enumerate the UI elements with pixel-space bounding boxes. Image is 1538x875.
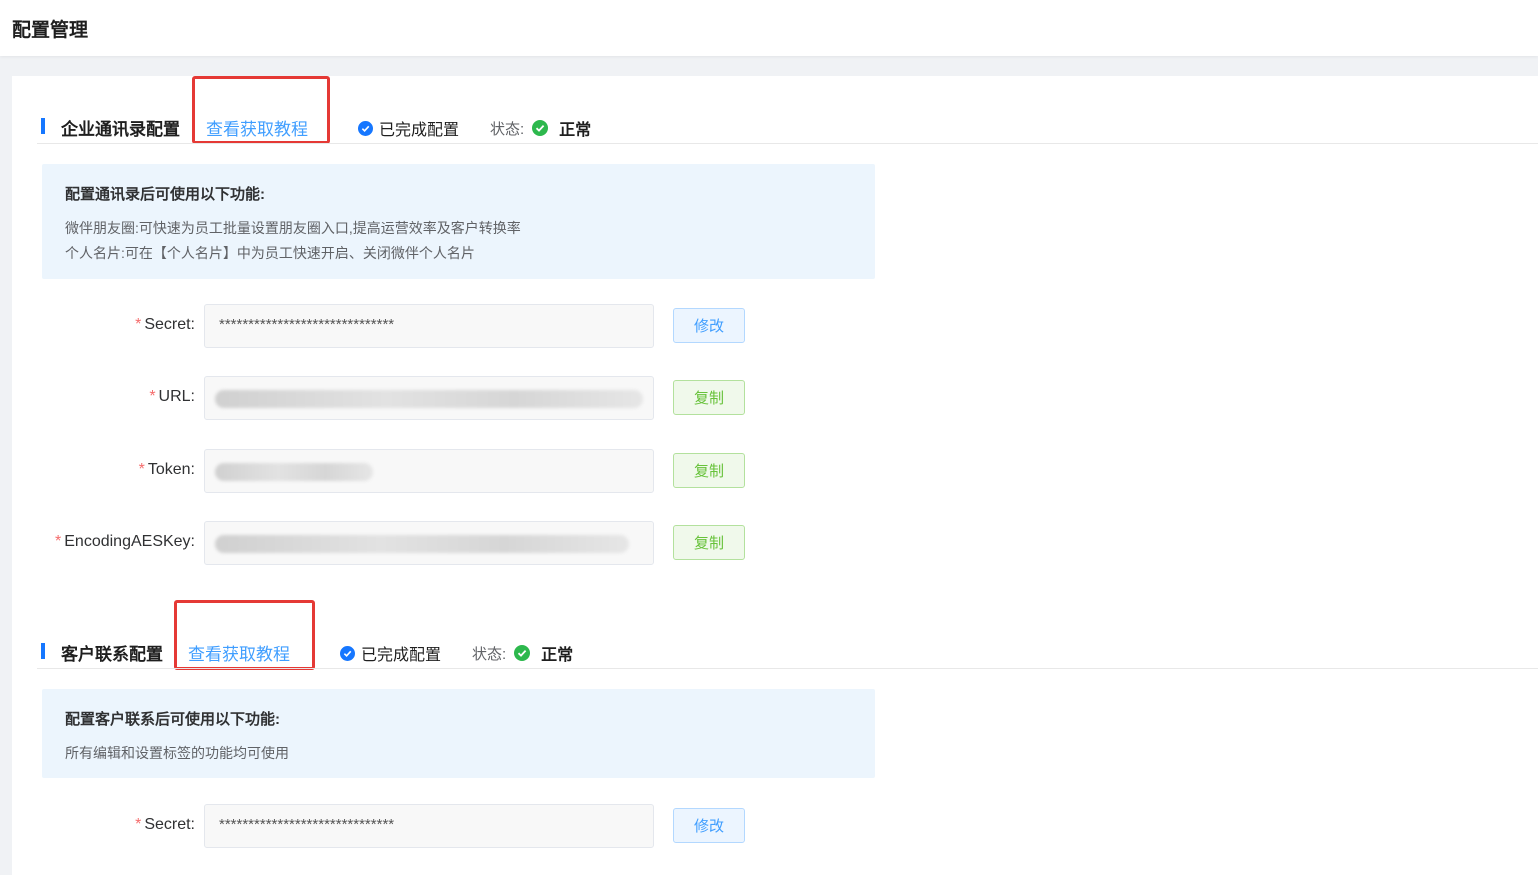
aeskey-input[interactable] — [204, 521, 654, 565]
contacts-done-indicator: 已完成配置 — [358, 116, 459, 140]
url-label: * URL: — [149, 388, 195, 405]
secret-label: * Secret: — [135, 316, 195, 333]
edit-customer-secret-button[interactable]: 修改 — [673, 808, 745, 843]
info-line: 个人名片:可在【个人名片】中为员工快速开启、关闭微伴个人名片 — [65, 245, 475, 261]
status-label: 状态: — [490, 120, 525, 138]
config-panel: 企业通讯录配置 查看获取教程 已完成配置 状态: 正常 配置通讯录后可使用以下功… — [12, 76, 1538, 875]
contacts-section-header: 企业通讯录配置 查看获取教程 已完成配置 状态: 正常 — [12, 76, 1538, 158]
customer-section-header: 客户联系配置 查看获取教程 已完成配置 状态: 正常 — [12, 600, 1538, 683]
contacts-info-box: 配置通讯录后可使用以下功能: 微伴朋友圈:可快速为员工批量设置朋友圈入口,提高运… — [42, 164, 875, 279]
customer-secret-row: * Secret: ****************************** … — [12, 804, 772, 848]
token-label: * Token: — [138, 461, 195, 478]
status-value: 正常 — [559, 122, 592, 139]
token-input[interactable] — [204, 449, 654, 493]
secret-label: * Secret: — [135, 816, 195, 833]
status-value: 正常 — [541, 647, 574, 664]
blurred-value — [215, 390, 643, 408]
aeskey-row: * EncodingAESKey: 复制 — [12, 521, 772, 565]
success-circle-icon — [532, 120, 549, 136]
done-label: 已完成配置 — [361, 647, 442, 664]
copy-aeskey-button[interactable]: 复制 — [673, 525, 745, 560]
blurred-value — [215, 463, 373, 481]
copy-token-button[interactable]: 复制 — [673, 453, 745, 488]
customer-status: 状态: 正常 — [472, 641, 573, 665]
contacts-tutorial-link[interactable]: 查看获取教程 — [206, 115, 308, 140]
section-accent-bar — [41, 643, 45, 659]
section-divider — [37, 143, 1538, 144]
customer-info-box: 配置客户联系后可使用以下功能: 所有编辑和设置标签的功能均可使用 — [42, 689, 875, 778]
info-title: 配置客户联系后可使用以下功能: — [65, 711, 280, 728]
check-circle-icon — [340, 645, 355, 661]
info-line: 微伴朋友圈:可快速为员工批量设置朋友圈入口,提高运营效率及客户转换率 — [65, 220, 521, 236]
secret-value: ****************************** — [219, 816, 395, 833]
contacts-section-title: 企业通讯录配置 — [61, 120, 180, 139]
secret-row: * Secret: ****************************** … — [12, 304, 772, 348]
section-accent-bar — [41, 118, 45, 134]
info-title: 配置通讯录后可使用以下功能: — [65, 186, 265, 203]
contacts-status: 状态: 正常 — [490, 116, 591, 140]
blurred-value — [215, 535, 629, 553]
aeskey-label: * EncodingAESKey: — [55, 533, 195, 550]
url-input[interactable] — [204, 376, 654, 420]
check-circle-icon — [358, 120, 373, 136]
page-title: 配置管理 — [12, 20, 89, 41]
customer-secret-input[interactable]: ****************************** — [204, 804, 654, 848]
token-row: * Token: 复制 — [12, 449, 772, 493]
top-header: 配置管理 — [0, 0, 1538, 56]
copy-url-button[interactable]: 复制 — [673, 380, 745, 415]
secret-input[interactable]: ****************************** — [204, 304, 654, 348]
done-label: 已完成配置 — [379, 122, 460, 139]
info-line: 所有编辑和设置标签的功能均可使用 — [65, 745, 289, 761]
success-circle-icon — [514, 645, 531, 661]
edit-secret-button[interactable]: 修改 — [673, 308, 745, 343]
url-row: * URL: 复制 — [12, 376, 772, 420]
status-label: 状态: — [472, 645, 507, 663]
customer-done-indicator: 已完成配置 — [340, 641, 441, 665]
section-divider — [37, 668, 1538, 669]
customer-tutorial-link[interactable]: 查看获取教程 — [188, 640, 290, 665]
customer-section-title: 客户联系配置 — [61, 645, 163, 664]
secret-value: ****************************** — [219, 316, 395, 333]
